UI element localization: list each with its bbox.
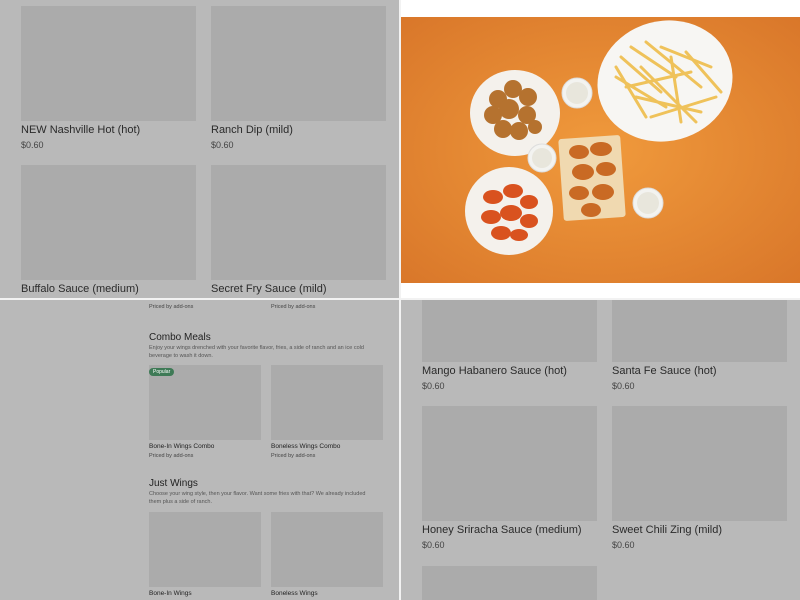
popular-badge: Popular <box>149 368 175 376</box>
item-name: Boneless Wings Combo <box>271 443 341 450</box>
item-price: $0.60 <box>211 140 234 150</box>
item-image-placeholder <box>612 300 787 362</box>
menu-item-card[interactable]: Boneless Wings <box>271 512 383 597</box>
section-description: Choose your wing style, then your flavor… <box>149 491 366 505</box>
item-price: $0.60 <box>612 381 635 391</box>
item-name: Bone-In Wings <box>149 590 192 597</box>
item-image-placeholder <box>21 165 196 280</box>
item-name: NEW Nashville Hot (hot) <box>21 124 141 136</box>
menu-item-card[interactable]: Bone-In Wings <box>149 512 261 597</box>
menu-item-card[interactable]: NEW Nashville Hot (hot) $0.60 <box>21 6 196 150</box>
item-name: Secret Fry Sauce (mild) <box>211 283 327 295</box>
item-name: Santa Fe Sauce (hot) <box>612 365 717 377</box>
menu-item-card[interactable]: Sweet Chili Zing (mild) $0.60 <box>612 406 787 550</box>
item-image-placeholder <box>149 512 261 587</box>
menu-item-card[interactable] <box>422 566 597 600</box>
item-name: Buffalo Sauce (medium) <box>21 283 139 295</box>
food-photo-illustration <box>401 17 800 283</box>
menu-item-card[interactable]: Honey Sriracha Sauce (medium) $0.60 <box>422 406 597 550</box>
item-image-placeholder <box>422 406 597 521</box>
item-image-placeholder <box>612 406 787 521</box>
item-price: $0.60 <box>612 540 635 550</box>
item-image-placeholder <box>21 6 196 121</box>
item-name: Honey Sriracha Sauce (medium) <box>422 524 582 536</box>
section-description: Enjoy your wings drenched with your favo… <box>149 345 364 359</box>
prev-item-price: Priced by add-ons <box>271 304 316 310</box>
item-price: $0.60 <box>21 140 44 150</box>
item-image-placeholder <box>149 365 261 440</box>
prev-item-price: Priced by add-ons <box>149 304 194 310</box>
item-image-placeholder <box>211 6 386 121</box>
item-price: Priced by add-ons <box>271 453 316 459</box>
item-price: Priced by add-ons <box>149 453 194 459</box>
menu-item-card[interactable]: Santa Fe Sauce (hot) $0.60 <box>612 300 787 391</box>
item-image-placeholder <box>422 300 597 362</box>
item-image-placeholder <box>271 365 383 440</box>
menu-item-card[interactable]: Ranch Dip (mild) $0.60 <box>211 6 386 150</box>
item-name: Sweet Chili Zing (mild) <box>612 524 723 536</box>
food-photo <box>401 17 800 283</box>
item-name: Ranch Dip (mild) <box>211 124 293 136</box>
item-image-placeholder <box>422 566 597 600</box>
item-image-placeholder <box>271 512 383 587</box>
menu-item-card[interactable]: Buffalo Sauce (medium) <box>21 165 196 295</box>
menu-item-card[interactable]: Boneless Wings Combo Priced by add-ons <box>271 365 383 459</box>
section-title-combo: Combo Meals <box>149 332 211 343</box>
menu-item-card[interactable]: Secret Fry Sauce (mild) <box>211 165 386 295</box>
panel-bottom-left: Priced by add-ons Priced by add-ons Comb… <box>0 300 399 600</box>
menu-item-card[interactable]: Mango Habanero Sauce (hot) $0.60 <box>422 300 597 391</box>
item-name: Boneless Wings <box>271 590 318 597</box>
item-image-placeholder <box>211 165 386 280</box>
panel-top-right <box>401 0 800 298</box>
panel-bottom-right: Mango Habanero Sauce (hot) $0.60 Santa F… <box>401 300 800 600</box>
section-title-just-wings: Just Wings <box>149 478 198 489</box>
item-price: $0.60 <box>422 381 445 391</box>
item-name: Bone-In Wings Combo <box>149 443 215 450</box>
item-name: Mango Habanero Sauce (hot) <box>422 365 567 377</box>
menu-item-card[interactable]: Bone-In Wings Combo Priced by add-ons <box>149 365 261 459</box>
item-price: $0.60 <box>422 540 445 550</box>
panel-top-left: NEW Nashville Hot (hot) $0.60 Ranch Dip … <box>0 0 399 298</box>
